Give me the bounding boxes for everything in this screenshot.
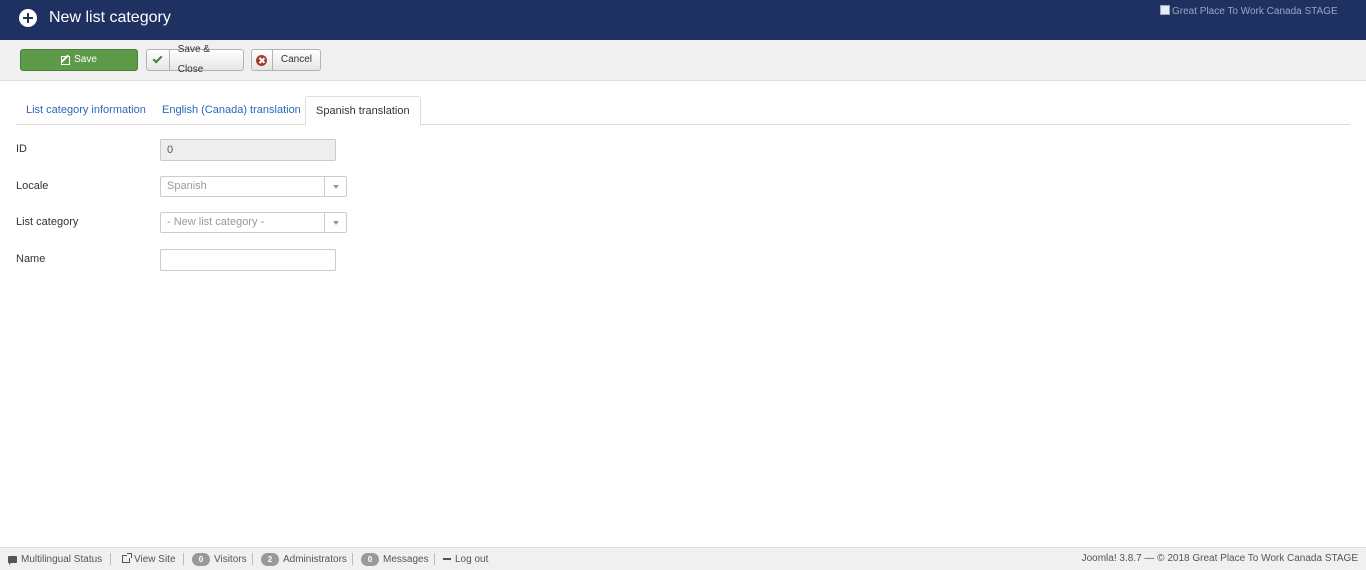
view-site-link[interactable]: View Site: [122, 548, 176, 570]
external-link-icon: [122, 553, 132, 563]
copyright-text: Joomla! 3.8.7 — © 2018 Great Place To Wo…: [1081, 553, 1358, 564]
tab-bar: List category information English (Canad…: [16, 96, 1350, 126]
save-and-close-label: Save & Close: [177, 44, 210, 75]
messages-label: Messages: [383, 553, 429, 565]
list-category-select-value: - New list category -: [167, 216, 265, 228]
page-title: New list category: [49, 9, 171, 26]
logout-link[interactable]: Log out: [443, 548, 488, 570]
id-label: ID: [16, 143, 27, 155]
save-button[interactable]: Save: [20, 49, 138, 71]
list-category-select[interactable]: - New list category -: [160, 212, 347, 233]
list-category-label: List category: [16, 216, 79, 228]
locale-label: Locale: [16, 180, 49, 192]
cancel-circle-icon: [252, 50, 273, 70]
cancel-button[interactable]: Cancel: [251, 49, 321, 71]
visitors-status[interactable]: 0 Visitors: [192, 548, 247, 570]
view-site-label: View Site: [134, 553, 176, 565]
tab-english-canada-translation[interactable]: English (Canada) translation: [152, 96, 311, 125]
check-icon: [147, 50, 170, 70]
page-header: New list category Great Place To Work Ca…: [0, 0, 1366, 40]
brand-logo-alt: Great Place To Work Canada STAGE: [1172, 6, 1338, 17]
comment-icon: [8, 555, 17, 565]
tab-spanish-translation[interactable]: Spanish translation: [305, 96, 421, 126]
logout-label: Log out: [455, 553, 489, 565]
plus-circle-icon: [19, 9, 37, 27]
save-button-label: Save: [74, 54, 97, 65]
edit-icon: [61, 55, 71, 65]
name-label: Name: [16, 253, 46, 265]
administrators-count-badge: 2: [261, 552, 279, 566]
administrators-status[interactable]: 2 Administrators: [261, 548, 347, 570]
save-and-close-button[interactable]: Save & Close: [146, 44, 244, 75]
visitors-count-badge: 0: [192, 552, 210, 566]
status-bar: Multilingual Status View Site 0 Visitors…: [0, 547, 1366, 570]
id-field: 0: [160, 139, 336, 161]
visitors-label: Visitors: [214, 553, 247, 565]
chevron-down-icon[interactable]: [324, 213, 346, 232]
brand-logo[interactable]: Great Place To Work Canada STAGE: [1160, 5, 1350, 19]
broken-image-icon: [1160, 5, 1170, 15]
locale-select-value: Spanish: [167, 180, 207, 192]
messages-count-badge: 0: [361, 552, 379, 566]
multilingual-status-link[interactable]: Multilingual Status: [8, 548, 102, 570]
name-input[interactable]: [160, 249, 336, 271]
toolbar: Save Save & Close Cancel: [0, 40, 1366, 81]
minus-icon: [443, 558, 451, 560]
cancel-button-label: Cancel: [280, 54, 312, 65]
messages-status[interactable]: 0 Messages: [361, 548, 429, 570]
multilingual-status-label: Multilingual Status: [21, 553, 103, 565]
locale-select[interactable]: Spanish: [160, 176, 347, 197]
chevron-down-icon[interactable]: [324, 177, 346, 196]
tab-list-category-information[interactable]: List category information: [16, 96, 156, 125]
administrators-label: Administrators: [283, 553, 347, 565]
